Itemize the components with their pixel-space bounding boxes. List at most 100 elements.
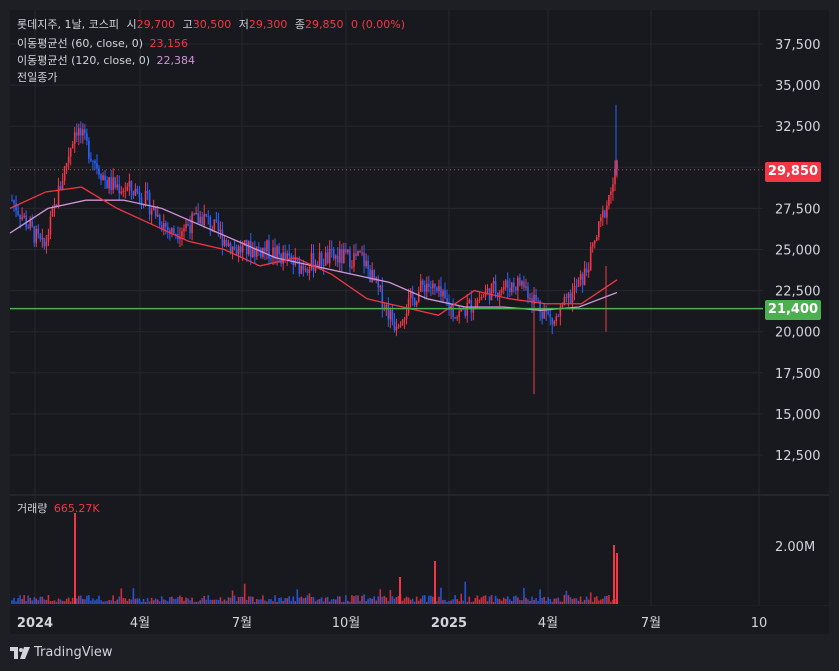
volume-legend[interactable]: 거래량 665.27K: [17, 502, 100, 516]
candle-body: [19, 214, 21, 220]
volume-bar: [589, 592, 592, 604]
volume-bar: [82, 598, 84, 604]
volume-bar: [49, 601, 52, 604]
time-tick-label: 10: [751, 616, 768, 631]
hline-price-tag[interactable]: 21,400: [765, 300, 821, 320]
candle-body: [365, 260, 367, 267]
candle-body: [341, 249, 343, 264]
volume-bar: [98, 595, 100, 604]
volume-bar: [158, 601, 161, 604]
time-tick-label: 4월: [130, 616, 150, 631]
volume-bar: [138, 598, 141, 604]
volume-bar: [482, 596, 485, 604]
volume-bar: [587, 599, 590, 604]
candle-body: [543, 311, 545, 319]
volume-bar: [31, 600, 34, 604]
volume-bar: [128, 598, 131, 604]
candle-body: [162, 223, 165, 229]
candle-body: [589, 246, 592, 271]
volume-bar: [278, 598, 280, 604]
candle-body: [591, 243, 594, 247]
volume-bar: [201, 598, 204, 604]
volume-bar: [67, 597, 70, 604]
high-label: 고: [182, 18, 193, 31]
volume-bar: [474, 597, 477, 604]
candle-body: [458, 311, 460, 318]
candle-body: [27, 227, 29, 229]
volume-bar: [227, 597, 230, 604]
candle-body: [478, 299, 481, 301]
candle-body: [421, 280, 424, 285]
volume-bar: [296, 589, 299, 604]
candle-body: [446, 298, 448, 302]
candle-body: [567, 293, 570, 298]
candle-body: [201, 216, 204, 226]
candle-body: [535, 294, 537, 301]
volume-bar: [69, 601, 72, 604]
volume-bar: [249, 596, 252, 604]
volume-bar: [211, 599, 214, 604]
candle-body: [579, 273, 582, 280]
price-tick-label: 37,500: [775, 38, 821, 53]
candle-body: [73, 132, 76, 144]
candle-body: [393, 321, 396, 331]
candle-body: [515, 287, 517, 291]
volume-bar: [519, 600, 521, 604]
symbol-name[interactable]: 롯데지주: [17, 18, 57, 31]
time-tick-label: 4월: [538, 616, 558, 631]
candle-body: [116, 184, 119, 188]
volume-bar: [506, 596, 509, 604]
price-tick-label: 20,000: [775, 326, 821, 341]
candle-body: [138, 191, 141, 198]
ma60-legend[interactable]: 이동평균선 (60, close, 0) 23,156: [17, 37, 188, 51]
volume-bar: [102, 601, 104, 604]
candle-body: [199, 216, 201, 224]
volume-bar: [440, 587, 442, 604]
candle-body: [164, 223, 167, 227]
volume-bar: [377, 596, 380, 604]
candle-body: [506, 280, 509, 288]
volume-bar: [464, 581, 467, 604]
candle-body: [571, 291, 574, 303]
volume-bar: [405, 596, 408, 604]
volume-bar: [381, 596, 384, 604]
volume-bar: [403, 598, 406, 604]
volume-bar: [164, 600, 167, 604]
candle-body: [126, 186, 129, 191]
volume-bar: [262, 595, 264, 604]
candle-body: [47, 234, 50, 242]
candle-body: [94, 161, 96, 164]
candle-body: [88, 140, 90, 159]
candle-body: [399, 324, 402, 327]
prev-close-legend[interactable]: 전일종가: [17, 71, 57, 85]
volume-bar: [118, 596, 121, 604]
volume-bar: [37, 600, 40, 604]
ma60-label: 이동평균선 (60, close, 0): [17, 37, 143, 50]
volume-bar: [438, 596, 440, 604]
volume-bar: [132, 588, 135, 604]
candle-body: [470, 300, 473, 313]
volume-bar: [148, 601, 151, 604]
volume-bar: [276, 601, 278, 604]
volume-bar: [171, 596, 173, 604]
volume-bar: [351, 595, 353, 604]
candle-body: [389, 309, 392, 320]
candle-body: [167, 226, 169, 231]
volume-bar: [225, 600, 228, 604]
candle-body: [185, 223, 187, 229]
volume-bar: [557, 597, 560, 604]
volume-bar: [63, 601, 66, 604]
volume-value: 665.27K: [53, 502, 100, 515]
volume-bar: [385, 597, 388, 604]
volume-bar: [185, 597, 187, 604]
volume-bar: [187, 598, 189, 604]
volume-bar: [199, 600, 201, 604]
candle-body: [545, 311, 547, 313]
volume-bar: [304, 597, 307, 604]
tradingview-logo[interactable]: TradingView: [10, 645, 113, 660]
close-value: 29,850: [304, 18, 344, 31]
candle-body: [63, 166, 66, 181]
ma120-legend[interactable]: 이동평균선 (120, close, 0) 22,384: [17, 54, 195, 68]
candle-body: [146, 190, 149, 193]
candle-body: [249, 241, 252, 258]
